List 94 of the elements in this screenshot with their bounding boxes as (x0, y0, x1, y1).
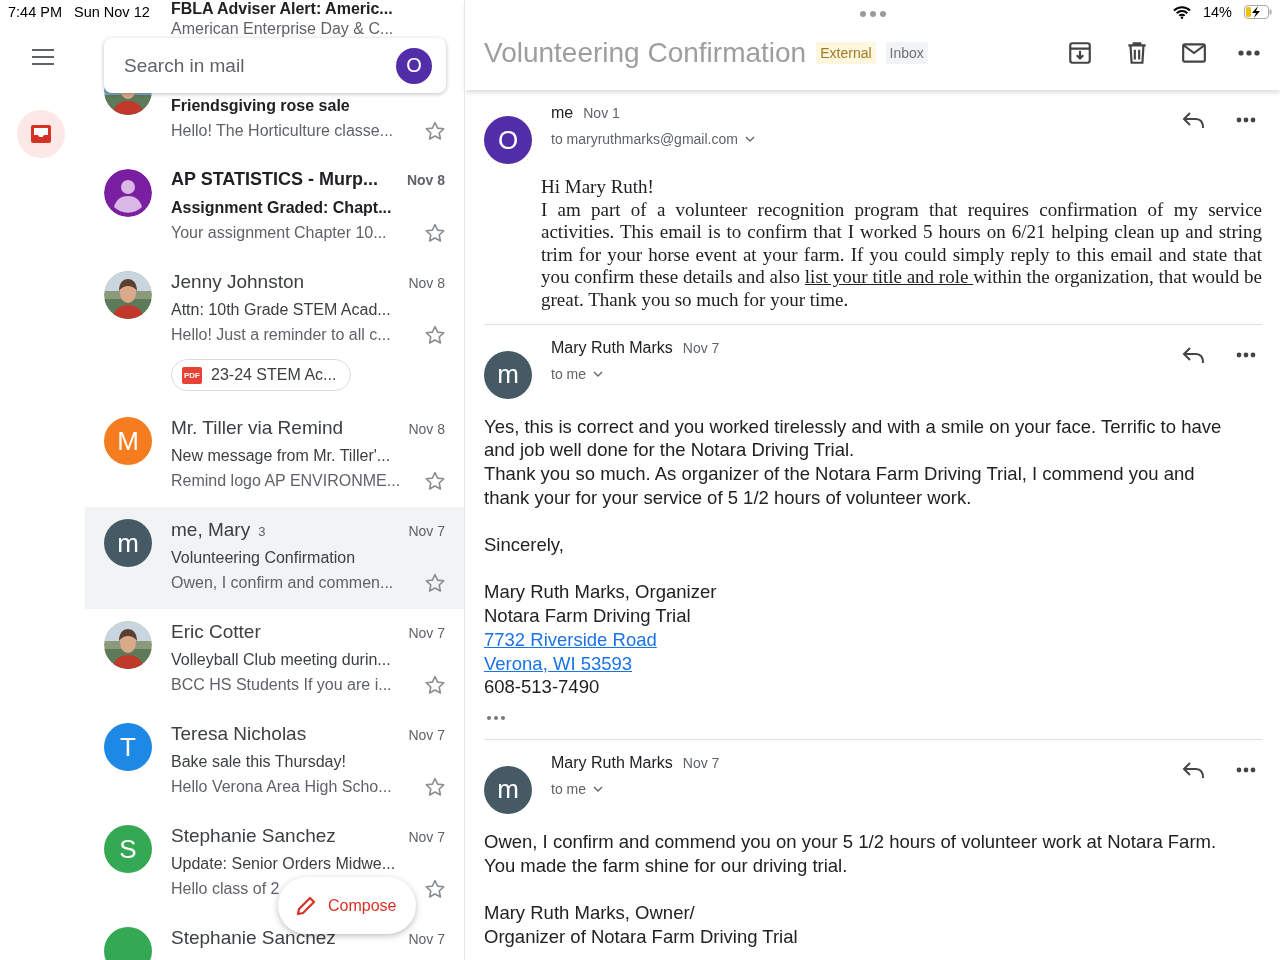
chevron-down-icon (593, 370, 603, 377)
message-date: Nov 1 (583, 105, 620, 121)
status-time: 7:44 PM (8, 4, 62, 20)
email-date: Nov 8 (408, 421, 445, 437)
sender-name: Eric Cotter (171, 621, 261, 643)
more-icon[interactable] (1236, 117, 1256, 123)
email-date: Nov 7 (408, 727, 445, 743)
avatar: m (484, 765, 532, 814)
search-field[interactable]: Search in mail O (104, 38, 446, 93)
email-snippet: American Enterprise Day & C... (171, 19, 394, 39)
email-date: Nov 7 (408, 931, 445, 947)
sender-name: Mary Ruth Marks (551, 753, 673, 771)
email-row[interactable]: m me, Mary 3 Nov 7 Volunteering Confirmation Owen, I confirm and commen... (85, 507, 464, 609)
email-subject: New message from Mr. Tiller'... (171, 446, 392, 466)
sender-name: Jenny Johnston (171, 271, 305, 293)
email-date: Nov 8 (406, 172, 445, 188)
menu-icon[interactable] (31, 49, 54, 65)
body-text: Mary Ruth Marks, Owner/ (484, 901, 696, 925)
email-subject: Attn: 10th Grade STEM Acad... (171, 300, 392, 320)
sender-name: Stephanie Sanchez (171, 825, 336, 847)
link[interactable]: Verona, WI 53593 (484, 652, 633, 674)
avatar: O (484, 116, 532, 164)
email-snippet: Remind logo AP ENVIRONME... (171, 471, 401, 490)
message-date: Nov 7 (682, 754, 720, 771)
email-subject: FBLA Adviser Alert: Americ... (171, 0, 394, 19)
inbox-icon (29, 124, 52, 144)
avatar: M (104, 417, 152, 465)
inbox-button[interactable] (16, 110, 65, 158)
sender-name: AP STATISTICS - Murp... (171, 169, 378, 190)
email-snippet: Owen, I confirm and commen... (171, 573, 394, 592)
email-date: Nov 7 (408, 625, 445, 641)
show-trimmed-icon[interactable] (486, 714, 506, 721)
email-snippet: Hello! Just a reminder to all c... (171, 325, 391, 344)
wifi-icon (1172, 5, 1191, 19)
reply-icon[interactable] (1182, 759, 1206, 780)
avatar: m (104, 519, 152, 567)
sender-name: me (551, 104, 574, 121)
body-text: Sincerely, (484, 533, 565, 557)
email-subject: Volunteering Confirmation (171, 548, 357, 568)
message-count: 3 (258, 524, 266, 539)
reply-icon[interactable] (1182, 110, 1206, 130)
email-snippet: Your assignment Chapter 10... (171, 223, 387, 242)
status-date: Sun Nov 12 (74, 4, 150, 20)
avatar: T (104, 723, 152, 771)
sender-name: me, Mary (171, 519, 251, 541)
link[interactable]: 7732 Riverside Road (484, 628, 657, 650)
avatar: m (484, 350, 532, 399)
email-subject: Volleyball Club meeting durin... (171, 650, 392, 670)
mail-icon[interactable] (1181, 40, 1207, 66)
label-tag: External (816, 42, 876, 64)
email-subject: Bake sale this Thursday! (171, 752, 347, 772)
body-text: Organizer of Notara Farm Driving Trial (484, 924, 799, 949)
chevron-down-icon (744, 136, 755, 142)
message-date: Nov 7 (682, 339, 720, 356)
body-text: Owen, I confirm and commend you on your 5 1/2 hours of volunteer work at Notara Farm. You made the farm shine for our driving trial. (484, 829, 1218, 878)
sender-name: Mr. Tiller via Remind (171, 417, 344, 439)
email-date: Nov 8 (408, 275, 445, 291)
link[interactable]: list your title and role (804, 266, 974, 288)
email-snippet: BCC HS Students If you are i... (171, 675, 392, 694)
grip-icon[interactable] (859, 11, 886, 17)
more-icon[interactable] (1236, 766, 1256, 773)
more-icon[interactable] (1236, 351, 1256, 358)
body-text: Mary Ruth Marks, Organizer (484, 580, 718, 605)
email-subject: Assignment Graded: Chapt... (171, 198, 393, 218)
battery-icon (1244, 5, 1272, 19)
email-snippet: Hello class of 2 (171, 879, 280, 898)
body-text: Notara Farm Driving Trial (484, 604, 692, 628)
reply-icon[interactable] (1182, 344, 1206, 365)
label-tag: Inbox (885, 42, 928, 64)
compose-button[interactable]: Compose (278, 877, 417, 934)
email-snippet: Hello! The Horticulture classe... (171, 121, 393, 140)
sender-name: Teresa Nicholas (171, 723, 307, 745)
email-snippet: Hello Verona Area High Scho... (171, 777, 392, 796)
recipient-toggle[interactable]: to maryruthmarks@gmail.com (551, 131, 755, 147)
body-text: I am part of a volunteer recognition program that requires confirmation of my service activities. This email is to confirm that I worked 5 hours on 6/21 helping clean up and string trim for your horse event at your farm. If you could simply reply to this email and state that you confirm these details and also list your title and role within the organization, that would be great. Thank you so much for your time. (541, 198, 1262, 312)
thread-title: Volunteering Confirmation (484, 37, 807, 69)
body-text: Yes, this is correct and you worked tirelessly and with a smile on your face. Terrific to have and job well done for the Notara Driving Trial. (484, 414, 1223, 462)
email-date: Nov 7 (408, 523, 445, 539)
body-text: Hi Mary Ruth! (541, 176, 655, 199)
email-subject: Friendsgiving rose sale (171, 96, 351, 116)
email-subject: Update: Senior Orders Midwe... (171, 854, 397, 874)
pdf-icon: PDF (182, 366, 202, 384)
body-text: 608-513-7490 (484, 675, 601, 699)
sender-name: Mary Ruth Marks (551, 338, 673, 356)
archive-icon[interactable] (1067, 40, 1093, 66)
avatar: S (104, 825, 152, 873)
account-avatar[interactable]: O (396, 47, 432, 84)
body-text: Thank you so much. As organizer of the Notara Farm Driving Trial, I commend you and thank your for your service of 5 1/2 hours of volunteer work. (484, 461, 1196, 510)
recipient-toggle[interactable]: to me (551, 780, 603, 797)
recipient-toggle[interactable]: to me (551, 365, 603, 382)
chevron-down-icon (593, 785, 603, 792)
battery-percent: 14% (1202, 4, 1232, 20)
email-date: Nov 7 (408, 829, 445, 845)
more-icon[interactable] (1238, 50, 1260, 56)
